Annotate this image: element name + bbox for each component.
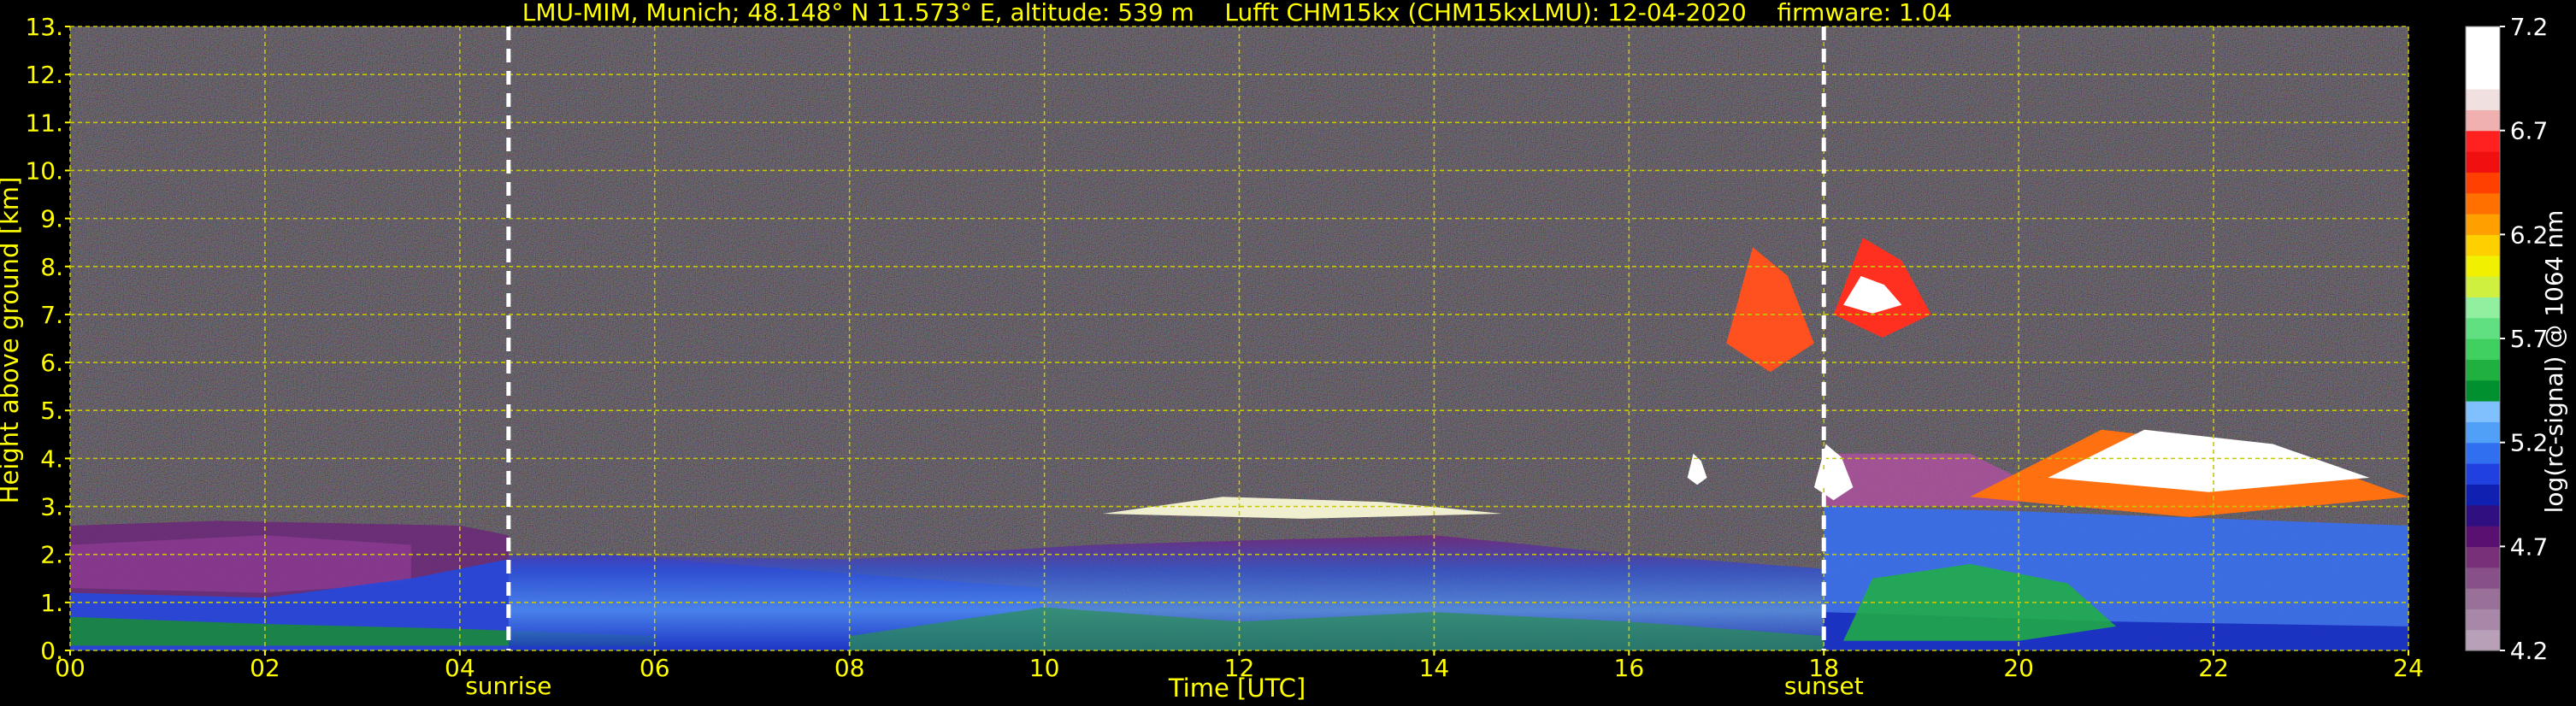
y-tick-label: 0. <box>40 637 63 665</box>
y-tick-label: 9. <box>40 205 63 233</box>
colorbar-swatch <box>2466 214 2500 235</box>
colorbar-swatch <box>2466 504 2500 527</box>
x-tick-label: 14 <box>1419 654 1450 682</box>
residual-layer-core <box>70 535 411 593</box>
colorbar-swatch <box>2466 151 2500 173</box>
x-tick-label: 24 <box>2393 654 2424 682</box>
chart-title: LMU-MIM, Munich; 48.148° N 11.573° E, al… <box>522 0 1953 26</box>
colorbar-swatch <box>2466 317 2500 339</box>
x-tick-label: 06 <box>640 654 670 682</box>
colorbar-swatch <box>2466 172 2500 194</box>
colorbar-swatch <box>2466 401 2500 422</box>
colorbar-swatch <box>2466 109 2500 132</box>
y-tick-label: 6. <box>40 349 63 377</box>
colorbar-swatch <box>2466 629 2500 651</box>
colorbar-tick-label: 6.7 <box>2510 117 2549 145</box>
colorbar-swatch <box>2466 89 2500 110</box>
colorbar-swatch <box>2466 526 2500 547</box>
y-tick-label: 3. <box>40 493 63 521</box>
y-axis-label: Height above ground [km] <box>0 177 24 504</box>
colorbar-swatch <box>2466 276 2500 297</box>
colorbar-swatches <box>2465 26 2501 651</box>
colorbar-swatch <box>2466 297 2500 319</box>
colorbar-tick-label: 7.2 <box>2510 13 2549 41</box>
y-tick-label: 12. <box>25 61 63 89</box>
y-tick-label: 10. <box>25 156 63 185</box>
x-axis-label: Time [UTC] <box>1168 674 1306 703</box>
x-tick-label: 16 <box>1614 654 1645 682</box>
plot-area <box>69 26 2409 651</box>
y-tick-label: 8. <box>40 253 63 281</box>
sunrise-label: sunrise <box>465 672 551 700</box>
colorbar-swatch <box>2466 255 2500 277</box>
y-tick-label: 13. <box>25 13 63 41</box>
colorbar-swatch <box>2466 421 2500 444</box>
colorbar-swatch <box>2466 442 2500 464</box>
x-tick-label: 20 <box>2003 654 2034 682</box>
colorbar: 4.24.75.25.76.26.77.2 log(rc-signal) @ 1… <box>2465 13 2568 665</box>
colorbar-swatch <box>2466 130 2500 152</box>
colorbar-swatch <box>2466 47 2500 69</box>
sunset-label: sunset <box>1784 672 1864 700</box>
colorbar-swatch <box>2466 484 2500 506</box>
colorbar-swatch <box>2466 609 2500 631</box>
ceilometer-chart: 00 02 04 06 08 10 12 14 16 18 20 22 24 0.1.2.3.4.5.6… <box>0 0 2568 703</box>
colorbar-swatch <box>2466 546 2500 568</box>
x-tick-label: 02 <box>250 654 280 682</box>
y-tick-label: 2. <box>40 541 63 569</box>
colorbar-tick-label: 4.7 <box>2510 532 2549 561</box>
colorbar-label: log(rc-signal) @ 1064 nm <box>2540 210 2568 514</box>
x-tick-label: 22 <box>2198 654 2229 682</box>
colorbar-swatch <box>2466 192 2500 215</box>
colorbar-swatch <box>2466 338 2500 360</box>
y-tick-label: 1. <box>40 589 63 617</box>
colorbar-swatch <box>2466 379 2500 402</box>
x-tick-label: 08 <box>834 654 865 682</box>
y-tick-label: 11. <box>25 109 63 137</box>
colorbar-tick-label: 4.2 <box>2510 637 2549 665</box>
y-tick-label: 5. <box>40 397 63 425</box>
colorbar-swatch <box>2466 359 2500 381</box>
colorbar-swatch <box>2466 234 2500 256</box>
colorbar-swatch <box>2466 26 2500 48</box>
y-axis-ticks: 0. 1. 2. 3. 4. 5. 6. 7. 8. 9. 10. 11. 12. 13. <box>25 13 70 665</box>
y-tick-label: 4. <box>40 444 63 473</box>
colorbar-swatch <box>2466 68 2500 90</box>
colorbar-swatch <box>2466 567 2500 589</box>
y-tick-label: 7. <box>40 301 63 329</box>
colorbar-swatch <box>2466 463 2500 485</box>
colorbar-swatch <box>2466 588 2500 609</box>
x-tick-label: 10 <box>1029 654 1060 682</box>
